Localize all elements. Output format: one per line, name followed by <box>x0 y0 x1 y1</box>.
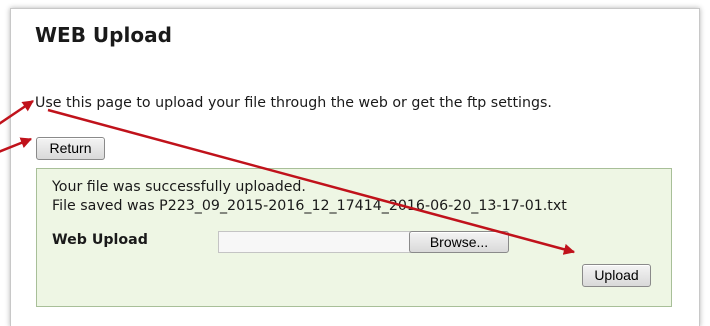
saved-filename-message: File saved was P223_09_2015-2016_12_1741… <box>52 198 567 214</box>
file-path-input[interactable] <box>218 231 414 253</box>
browse-button[interactable]: Browse... <box>409 231 509 253</box>
upload-success-message: Your file was successfully uploaded. <box>52 179 306 195</box>
upload-button[interactable]: Upload <box>582 264 651 287</box>
web-upload-label: Web Upload <box>52 232 148 248</box>
screenshot-stage: WEB Upload Use this page to upload your … <box>0 0 710 326</box>
return-button[interactable]: Return <box>36 137 105 160</box>
page-title: WEB Upload <box>35 23 172 47</box>
intro-text: Use this page to upload your file throug… <box>35 95 552 111</box>
